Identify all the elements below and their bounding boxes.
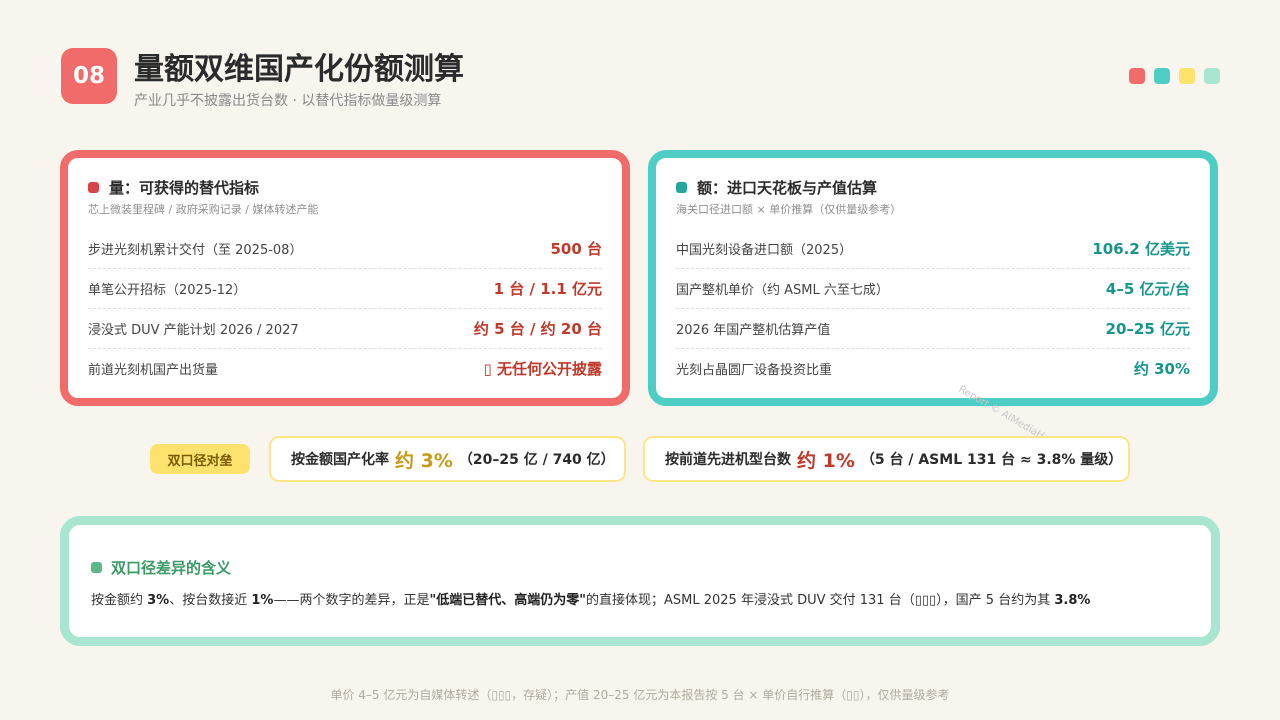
estimate-row: 光刻占晶圆厂设备投资比重 约 30% <box>676 348 1190 388</box>
row-value: 约 30% <box>1133 360 1190 378</box>
color-dot <box>1129 68 1145 84</box>
row-label: 前道光刻机国产出货量 <box>88 363 219 378</box>
body-bold: 3% <box>147 593 170 608</box>
page-subtitle: 产业几乎不披露出货台数 · 以替代指标做量级测算 <box>134 93 442 109</box>
panel-title: 双口径差异的含义 <box>91 557 1189 578</box>
card-subtitle: 芯上微装里程碑 / 政府采购记录 / 媒体转述产能 <box>88 203 319 216</box>
body-bold: 3.8% <box>1054 593 1091 608</box>
panel-title-text: 双口径差异的含义 <box>111 559 232 577</box>
row-value: 500 台 <box>550 240 602 258</box>
row-value: 20–25 亿元 <box>1105 320 1190 338</box>
row-value: 106.2 亿美元 <box>1092 240 1190 258</box>
row-value: 4–5 亿元/台 <box>1105 280 1190 298</box>
color-dot <box>1204 68 1220 84</box>
body-bold: "低端已替代、高端仍为零" <box>429 593 586 608</box>
row-value: 1 台 / 1.1 亿元 <box>493 280 602 298</box>
estimate-row: 国产整机单价（约 ASML 六至七成） 4–5 亿元/台 <box>676 268 1190 308</box>
row-label: 国产整机单价（约 ASML 六至七成） <box>676 283 889 298</box>
pill-suffix: （5 台 / ASML 131 台 ≈ 3.8% 量级） <box>860 452 1123 468</box>
color-dot <box>1154 68 1170 84</box>
estimate-rows: 中国光刻设备进口额（2025） 106.2 亿美元 国产整机单价（约 ASML … <box>676 229 1190 388</box>
card-title-text: 额：进口天花板与产值估算 <box>697 178 878 197</box>
row-label: 中国光刻设备进口额（2025） <box>676 243 853 258</box>
indicator-row: 前道光刻机国产出货量 ▯ 无任何公开披露 <box>88 348 602 388</box>
panel-body: 按金额约 3%、按台数接近 1%——两个数字的差异，正是"低端已替代、高端仍为零… <box>91 589 1189 608</box>
indicator-row: 步进光刻机累计交付（至 2025-08） 500 台 <box>88 229 602 268</box>
section-number-badge: 08 <box>61 48 117 104</box>
unit-share-pill: 按前道先进机型台数 约 1% （5 台 / ASML 131 台 ≈ 3.8% … <box>643 436 1130 482</box>
color-dot <box>1179 68 1195 84</box>
comparison-strip: 双口径对垒 按金额国产化率 约 3% （20–25 亿 / 740 亿） 按前道… <box>150 436 1130 484</box>
amount-share-pill: 按金额国产化率 约 3% （20–25 亿 / 740 亿） <box>269 436 626 482</box>
body-text: 按金额约 <box>91 593 148 608</box>
card-title: 额：进口天花板与产值估算 <box>676 176 1190 198</box>
bullet-square-icon <box>88 181 99 193</box>
indicator-rows: 步进光刻机累计交付（至 2025-08） 500 台 单笔公开招标（2025-1… <box>88 229 602 388</box>
pill-prefix: 按金额国产化率 <box>291 452 389 468</box>
comparison-tag: 双口径对垒 <box>150 444 250 474</box>
card-title: 量：可获得的替代指标 <box>88 176 602 198</box>
implication-panel: 双口径差异的含义 按金额约 3%、按台数接近 1%——两个数字的差异，正是"低端… <box>60 516 1220 646</box>
row-label: 单笔公开招标（2025-12） <box>88 283 247 298</box>
color-dots <box>1129 68 1220 84</box>
value-estimate-card: 额：进口天花板与产值估算 海关口径进口额 × 单价推算（仅供量级参考） 中国光刻… <box>648 150 1218 406</box>
pill-highlight: 约 1% <box>797 449 855 472</box>
row-label: 浸没式 DUV 产能计划 2026 / 2027 <box>88 323 299 338</box>
card-title-text: 量：可获得的替代指标 <box>109 178 260 197</box>
pill-suffix: （20–25 亿 / 740 亿） <box>458 452 615 468</box>
estimate-row: 2026 年国产整机估算产值 20–25 亿元 <box>676 308 1190 348</box>
row-label: 步进光刻机累计交付（至 2025-08） <box>88 243 303 258</box>
card-subtitle: 海关口径进口额 × 单价推算（仅供量级参考） <box>676 203 902 216</box>
page-title: 量额双维国产化份额测算 <box>134 52 464 87</box>
row-value: ▯ 无任何公开披露 <box>483 360 602 378</box>
pill-highlight: 约 3% <box>395 449 453 472</box>
volume-indicators-card: 量：可获得的替代指标 芯上微装里程碑 / 政府采购记录 / 媒体转述产能 步进光… <box>60 150 630 406</box>
bullet-square-icon <box>676 181 687 193</box>
indicator-row: 单笔公开招标（2025-12） 1 台 / 1.1 亿元 <box>88 268 602 308</box>
bullet-square-icon <box>91 562 102 573</box>
body-bold: 1% <box>251 593 274 608</box>
body-text: ——两个数字的差异，正是 <box>273 593 430 608</box>
body-text: 的直接体现；ASML 2025 年浸没式 DUV 交付 131 台（▯▯▯），国… <box>586 593 1055 608</box>
indicator-row: 浸没式 DUV 产能计划 2026 / 2027 约 5 台 / 约 20 台 <box>88 308 602 348</box>
body-text: 、按台数接近 <box>169 593 252 608</box>
pill-prefix: 按前道先进机型台数 <box>665 452 791 468</box>
row-label: 光刻占晶圆厂设备投资比重 <box>676 363 833 378</box>
row-label: 2026 年国产整机估算产值 <box>676 323 831 338</box>
row-value: 约 5 台 / 约 20 台 <box>473 320 602 338</box>
footnote: 单价 4–5 亿元为自媒体转述（▯▯▯，存疑）；产值 20–25 亿元为本报告按… <box>330 688 950 702</box>
estimate-row: 中国光刻设备进口额（2025） 106.2 亿美元 <box>676 229 1190 268</box>
